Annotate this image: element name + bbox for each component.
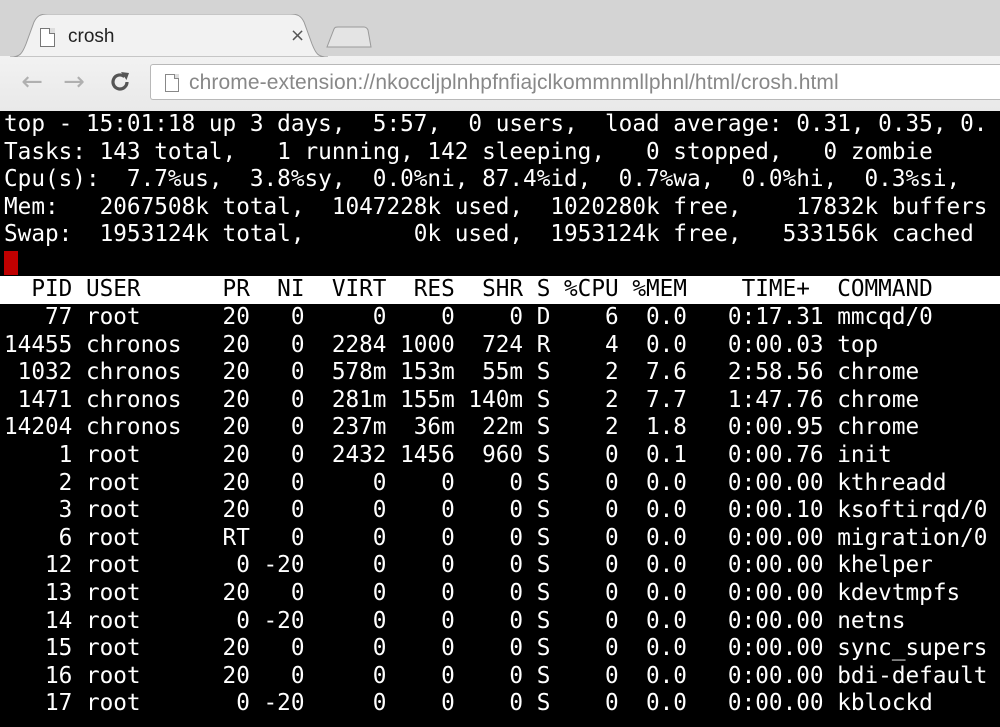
process-row: 3 root 20 0 0 0 0 S 0 0.0 0:00.10 ksofti… (4, 497, 988, 524)
browser-chrome: crosh × ← → chrome-extension://nkoccljpl… (0, 0, 1000, 111)
terminal[interactable]: top - 15:01:18 up 3 days, 5:57, 0 users,… (0, 111, 1000, 727)
process-row: 77 root 20 0 0 0 0 D 6 0.0 0:17.31 mmcqd… (4, 304, 933, 330)
page-icon (40, 28, 55, 47)
process-row: 1471 chronos 20 0 281m 155m 140m S 2 7.7… (4, 386, 920, 413)
back-button[interactable]: ← (16, 66, 48, 98)
reload-icon (111, 72, 129, 91)
summary-mem: Mem: 2067508k total, 1047228k used, 1020… (4, 193, 988, 220)
process-row: 17 root 0 -20 0 0 0 S 0 0.0 0:00.00 kblo… (4, 690, 933, 717)
terminal-cursor (4, 251, 18, 275)
new-tab-button[interactable] (326, 26, 372, 48)
close-icon[interactable]: × (290, 26, 305, 46)
tab-crosh[interactable] (10, 14, 328, 57)
process-row: 16 root 20 0 0 0 0 S 0 0.0 0:00.00 bdi-d… (4, 662, 988, 689)
page-icon (165, 74, 179, 92)
process-row: 2 root 20 0 0 0 0 S 0 0.0 0:00.00 kthrea… (4, 469, 947, 496)
summary-swap: Swap: 1953124k total, 0k used, 1953124k … (4, 221, 974, 247)
summary-uptime: top - 15:01:18 up 3 days, 5:57, 0 users,… (4, 111, 988, 137)
column-headers: PID USER PR NI VIRT RES SHR S %CPU %MEM … (4, 276, 933, 302)
forward-button[interactable]: → (58, 66, 90, 98)
address-bar[interactable]: chrome-extension://nkoccljplnhpfnfiajclk… (150, 64, 1000, 100)
process-row: 1032 chronos 20 0 578m 153m 55m S 2 7.6 … (4, 359, 920, 386)
process-table-header: PID USER PR NI VIRT RES SHR S %CPU %MEM … (0, 276, 1000, 304)
process-row: 13 root 20 0 0 0 0 S 0 0.0 0:00.00 kdevt… (4, 580, 961, 606)
process-row: 6 root RT 0 0 0 0 S 0 0.0 0:00.00 migrat… (4, 524, 988, 551)
process-row: 1 root 20 0 2432 1456 960 S 0 0.1 0:00.7… (4, 442, 892, 468)
process-row: 14455 chronos 20 0 2284 1000 724 R 4 0.0… (4, 331, 879, 358)
toolbar: ← → chrome-extension://nkoccljplnhpfnfia… (0, 56, 1000, 110)
tab-strip: crosh × (0, 0, 1000, 57)
tab-title: crosh (68, 26, 115, 47)
forward-arrow-icon: → (63, 67, 85, 97)
process-row: 15 root 20 0 0 0 0 S 0 0.0 0:00.00 sync_… (4, 635, 988, 662)
process-row: 14 root 0 -20 0 0 0 S 0 0.0 0:00.00 netn… (4, 607, 906, 634)
reload-button[interactable] (104, 66, 136, 98)
back-arrow-icon: ← (21, 67, 43, 97)
summary-cpu: Cpu(s): 7.7%us, 3.8%sy, 0.0%ni, 87.4%id,… (4, 166, 961, 192)
summary-tasks: Tasks: 143 total, 1 running, 142 sleepin… (4, 138, 933, 165)
process-row: 14204 chronos 20 0 237m 36m 22m S 2 1.8 … (4, 414, 920, 441)
url-text: chrome-extension://nkoccljplnhpfnfiajclk… (189, 71, 839, 94)
process-row: 12 root 0 -20 0 0 0 S 0 0.0 0:00.00 khel… (4, 552, 933, 579)
